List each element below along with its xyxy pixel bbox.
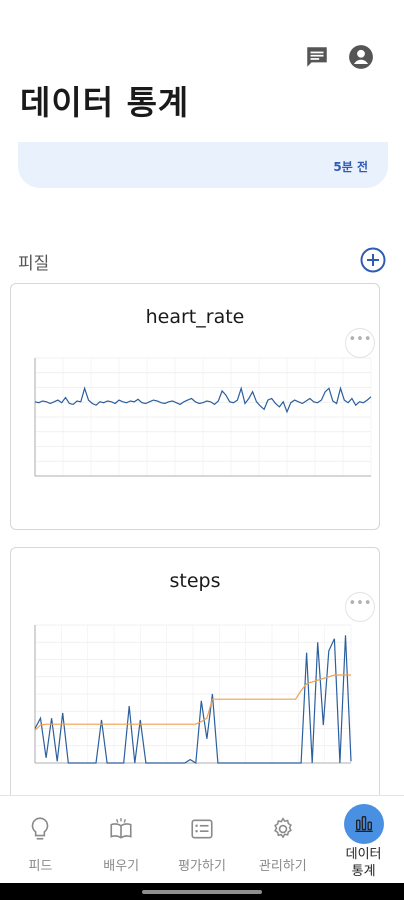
chart-title: steps bbox=[169, 570, 221, 592]
nav-item-manage[interactable]: 관리하기 bbox=[242, 796, 323, 884]
page-title: 데이터 통계 bbox=[20, 83, 190, 122]
nav-label: 관리하기 bbox=[258, 859, 307, 874]
more-options-button[interactable]: ••• bbox=[345, 328, 375, 358]
bottom-nav: 피드 배우기 평가하기 관리하기 데이터 통계 bbox=[0, 795, 404, 884]
chart-card-heart-rate: heart_rate ••• bbox=[10, 283, 380, 530]
book-icon bbox=[110, 818, 132, 839]
nav-item-learn[interactable]: 배우기 bbox=[81, 796, 162, 884]
home-indicator[interactable] bbox=[142, 890, 262, 894]
top-actions bbox=[304, 44, 374, 70]
chart-title: heart_rate bbox=[145, 306, 245, 328]
checklist-icon bbox=[191, 819, 213, 839]
gear-icon bbox=[273, 817, 292, 839]
status-time: 5분 전 bbox=[333, 160, 368, 174]
nav-item-evaluate[interactable]: 평가하기 bbox=[162, 796, 243, 884]
nav-item-feed[interactable]: 피드 bbox=[0, 796, 81, 884]
section-label: 피질 bbox=[18, 254, 50, 274]
status-card: 5분 전 bbox=[18, 142, 388, 188]
add-icon[interactable] bbox=[360, 247, 386, 273]
lightbulb-icon bbox=[32, 817, 49, 840]
nav-active-indicator bbox=[343, 804, 384, 844]
bar-chart-icon bbox=[354, 815, 373, 833]
more-options-button[interactable]: ••• bbox=[345, 592, 375, 622]
nav-label: 배우기 bbox=[103, 859, 140, 874]
nav-label: 평가하기 bbox=[178, 859, 226, 874]
nav-label: 데이터 통계 bbox=[345, 847, 382, 879]
account-icon[interactable] bbox=[348, 44, 374, 70]
chart-card-steps: steps ••• bbox=[10, 547, 380, 808]
nav-item-data-stats[interactable]: 데이터 통계 bbox=[323, 796, 404, 884]
nav-label: 피드 bbox=[28, 859, 53, 874]
message-icon[interactable] bbox=[304, 44, 330, 70]
